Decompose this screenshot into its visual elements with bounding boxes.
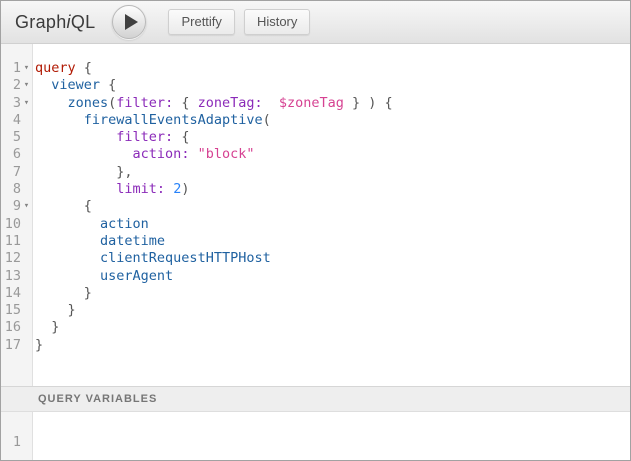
code-line[interactable]: action: "block" <box>35 146 393 163</box>
line-number: 12 <box>1 250 32 267</box>
code-line[interactable]: } <box>35 337 393 354</box>
fold-arrow-icon[interactable]: ▾ <box>21 77 32 94</box>
code-line[interactable]: viewer { <box>35 77 393 94</box>
code-line[interactable]: zones(filter: { zoneTag: $zoneTag } ) { <box>35 95 393 112</box>
line-number: 10 <box>1 216 32 233</box>
logo-text: Graph <box>15 12 67 32</box>
query-variables-title: QUERY VARIABLES <box>38 393 157 405</box>
code-line[interactable]: filter: { <box>35 129 393 146</box>
line-number: 6 <box>1 146 32 163</box>
graphiql-window: GraphiQL Prettify History 1▾2▾3▾456789▾1… <box>0 0 631 461</box>
code-line[interactable]: firewallEventsAdaptive( <box>35 112 393 129</box>
line-number: 9▾ <box>1 198 32 215</box>
code-line[interactable]: userAgent <box>35 268 393 285</box>
line-number: 16 <box>1 319 32 336</box>
code-line[interactable]: query { <box>35 60 393 77</box>
line-number: 17 <box>1 337 32 354</box>
code-line[interactable]: datetime <box>35 233 393 250</box>
line-number-gutter: 1▾2▾3▾456789▾1011121314151617 <box>1 44 33 386</box>
line-number: 4 <box>1 112 32 129</box>
line-number: 5 <box>1 129 32 146</box>
history-button[interactable]: History <box>244 9 310 35</box>
line-number: 3▾ <box>1 95 32 112</box>
code-line[interactable]: } <box>35 302 393 319</box>
code-line[interactable]: clientRequestHTTPHost <box>35 250 393 267</box>
line-number: 7 <box>1 164 32 181</box>
line-number: 14 <box>1 285 32 302</box>
code-line[interactable]: { <box>35 198 393 215</box>
code-line[interactable]: action <box>35 216 393 233</box>
fold-arrow-icon[interactable]: ▾ <box>21 60 32 77</box>
line-number: 8 <box>1 181 32 198</box>
line-number: 2▾ <box>1 77 32 94</box>
execute-button[interactable] <box>112 5 146 39</box>
prettify-button[interactable]: Prettify <box>168 9 234 35</box>
line-number-gutter: 1 <box>1 412 33 460</box>
graphiql-logo: GraphiQL <box>15 12 95 33</box>
code-line[interactable]: }, <box>35 164 393 181</box>
code-line[interactable]: limit: 2) <box>35 181 393 198</box>
query-variables-header[interactable]: QUERY VARIABLES <box>1 386 630 412</box>
play-icon <box>125 14 138 30</box>
toolbar: GraphiQL Prettify History <box>1 1 630 44</box>
query-code[interactable]: query { viewer { zones(filter: { zoneTag… <box>33 44 393 386</box>
code-line[interactable]: } <box>35 285 393 302</box>
query-editor[interactable]: 1▾2▾3▾456789▾1011121314151617 query { vi… <box>1 44 630 386</box>
line-number: 1▾ <box>1 60 32 77</box>
variables-editor[interactable]: 1 {"zoneTag":""} <box>1 412 630 460</box>
variables-code[interactable]: {"zoneTag":""} <box>33 412 395 460</box>
code-line[interactable]: } <box>35 319 393 336</box>
line-number: 11 <box>1 233 32 250</box>
line-number: 1 <box>1 434 32 451</box>
line-number: 15 <box>1 302 32 319</box>
fold-arrow-icon[interactable]: ▾ <box>21 198 32 215</box>
logo-text: QL <box>71 12 96 32</box>
line-number: 13 <box>1 268 32 285</box>
fold-arrow-icon[interactable]: ▾ <box>21 95 32 112</box>
